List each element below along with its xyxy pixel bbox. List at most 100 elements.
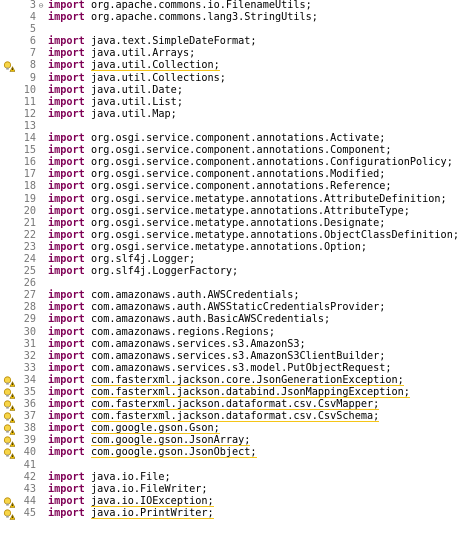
import-package: com.amazonaws.regions.Regions; [90,326,275,338]
import-keyword: import [48,133,85,145]
code-text: import java.util.Date; [48,85,183,97]
warning-lightbulb-icon[interactable] [3,400,16,411]
code-line[interactable]: 43 import java.io.FileWriter; [0,484,474,496]
import-keyword: import [48,181,85,193]
code-line[interactable]: 4 import org.apache.commons.lang3.StringU… [0,12,474,24]
code-line[interactable]: 8 import java.util.Collection; [0,60,474,73]
warning-lightbulb-icon[interactable] [3,509,16,520]
line-number: 13 [23,120,36,132]
import-keyword: import [48,483,85,495]
code-line[interactable]: 32 import com.amazonaws.services.s3.Amazo… [0,351,474,363]
warning-lightbulb-icon[interactable] [3,61,16,73]
import-package: com.google.gson.Gson; [90,423,220,435]
import-package: com.fasterxml.jackson.dataformat.csv.Csv… [90,411,380,423]
line-number: 25 [23,266,36,278]
import-keyword: import [48,48,85,60]
code-line[interactable]: 10 import java.util.Date; [0,85,474,97]
code-text: import org.osgi.service.metatype.annotat… [48,230,459,242]
code-line[interactable]: 28 import com.amazonaws.auth.AWSStaticCre… [0,302,474,314]
code-line[interactable]: 36 import com.fasterxml.jackson.dataforma… [0,399,474,411]
import-package: org.apache.commons.lang3.StringUtils; [90,12,318,24]
import-package: com.fasterxml.jackson.dataformat.csv.Csv… [90,399,380,411]
code-line[interactable]: 40 import com.google.gson.JsonObject; [0,447,474,460]
import-package: java.util.List; [90,96,183,108]
code-line[interactable]: 44 import java.io.IOException; [0,495,474,508]
import-package: org.osgi.service.component.annotations.C… [90,145,392,157]
code-line[interactable]: 33 import com.amazonaws.services.s3.model… [0,363,474,375]
import-package: org.osgi.service.metatype.annotations.De… [90,217,386,229]
code-line[interactable]: 35 import com.fasterxml.jackson.databind.… [0,387,474,399]
line-number: 8 [29,60,36,72]
code-text: import java.io.File; [48,472,171,484]
warning-lightbulb-icon[interactable] [3,436,16,448]
code-text: import org.slf4j.LoggerFactory; [48,266,238,278]
code-text: import java.util.Arrays; [48,48,195,60]
code-line[interactable]: 18 import org.osgi.service.component.anno… [0,181,474,193]
code-text: import org.osgi.service.component.annota… [48,157,453,169]
code-line[interactable]: 7 import java.util.Arrays; [0,48,474,60]
warning-lightbulb-icon[interactable] [3,497,16,508]
code-line[interactable]: 23 import org.osgi.service.metatype.annot… [0,242,474,254]
code-line[interactable]: 42 import java.io.File; [0,472,474,484]
code-line[interactable]: 12 import java.util.Map; [0,109,474,121]
code-line[interactable]: 34 import com.fasterxml.jackson.core.Json… [0,374,474,387]
import-package: org.slf4j.LoggerFactory; [90,266,239,278]
code-line[interactable]: 41 [0,460,474,472]
import-keyword: import [48,290,85,302]
code-editor[interactable]: 3 ⊖ import org.apache.commons.io.FilenameU… [0,0,474,556]
fold-collapse-icon[interactable]: ⊖ [37,0,45,12]
code-text: import org.slf4j.Logger; [48,254,195,266]
warning-lightbulb-icon[interactable] [3,424,16,436]
import-keyword: import [48,253,85,265]
import-package: java.util.Collections; [90,72,226,84]
import-keyword: import [48,387,85,398]
code-text: import com.amazonaws.auth.AWSCredentials… [48,290,300,302]
line-number: 41 [23,459,36,471]
code-text: import com.fasterxml.jackson.dataformat.… [48,399,380,411]
code-line[interactable]: 30 import com.amazonaws.regions.Regions; [0,327,474,339]
code-line[interactable]: 15 import org.osgi.service.component.anno… [0,145,474,157]
code-line[interactable]: 6 import java.text.SimpleDateFormat; [0,36,474,48]
import-package: org.slf4j.Logger; [90,253,196,265]
code-line[interactable]: 3 ⊖ import org.apache.commons.io.FilenameU… [0,0,474,12]
code-line[interactable]: 13 [0,121,474,133]
code-line[interactable]: 27 import com.amazonaws.auth.AWSCredentia… [0,290,474,302]
line-number: 39 [23,435,36,447]
import-package: com.fasterxml.jackson.core.JsonGeneratio… [90,374,404,386]
line-number: 32 [23,350,36,362]
import-package: com.google.gson.JsonArray; [90,435,251,447]
code-line[interactable]: 17 import org.osgi.service.component.anno… [0,169,474,181]
line-number: 22 [23,229,36,241]
import-keyword: import [48,495,85,507]
import-package: java.io.IOException; [90,495,214,507]
warning-lightbulb-icon[interactable] [3,376,16,387]
code-line[interactable]: 38 import com.google.gson.Gson; [0,423,474,436]
warning-lightbulb-icon[interactable] [3,388,16,399]
code-line[interactable]: 24 import org.slf4j.Logger; [0,254,474,266]
code-line[interactable]: 31 import com.amazonaws.services.s3.Amazo… [0,339,474,351]
code-line[interactable]: 14 import org.osgi.service.component.anno… [0,133,474,145]
code-line[interactable]: 39 import com.google.gson.JsonArray; [0,435,474,448]
code-line[interactable]: 11 import java.util.List; [0,97,474,109]
code-line[interactable]: 25 import org.slf4j.LoggerFactory; [0,266,474,278]
code-line[interactable]: 26 [0,278,474,290]
code-line[interactable]: 16 import org.osgi.service.component.anno… [0,157,474,169]
code-line[interactable]: 20 import org.osgi.service.metatype.annot… [0,206,474,218]
code-text: import com.google.gson.Gson; [48,423,220,435]
code-line[interactable]: 5 [0,24,474,36]
code-line[interactable]: 9 import java.util.Collections; [0,73,474,85]
code-text: import org.osgi.service.metatype.annotat… [48,194,447,206]
code-line[interactable]: 19 import org.osgi.service.metatype.annot… [0,194,474,206]
line-number: 45 [23,507,36,519]
import-keyword: import [48,435,85,447]
code-text: import java.util.Map; [48,109,177,121]
code-line[interactable]: 45 import java.io.PrintWriter; [0,507,474,520]
import-keyword: import [48,302,85,314]
import-package: java.util.Date; [90,84,183,96]
code-line[interactable]: 21 import org.osgi.service.metatype.annot… [0,218,474,230]
code-line[interactable]: 37 import com.fasterxml.jackson.dataforma… [0,411,474,423]
code-line[interactable]: 22 import org.osgi.service.metatype.annot… [0,230,474,242]
code-line[interactable]: 29 import com.amazonaws.auth.BasicAWSCred… [0,314,474,326]
warning-lightbulb-icon[interactable] [3,412,16,423]
warning-lightbulb-icon[interactable] [3,448,16,460]
